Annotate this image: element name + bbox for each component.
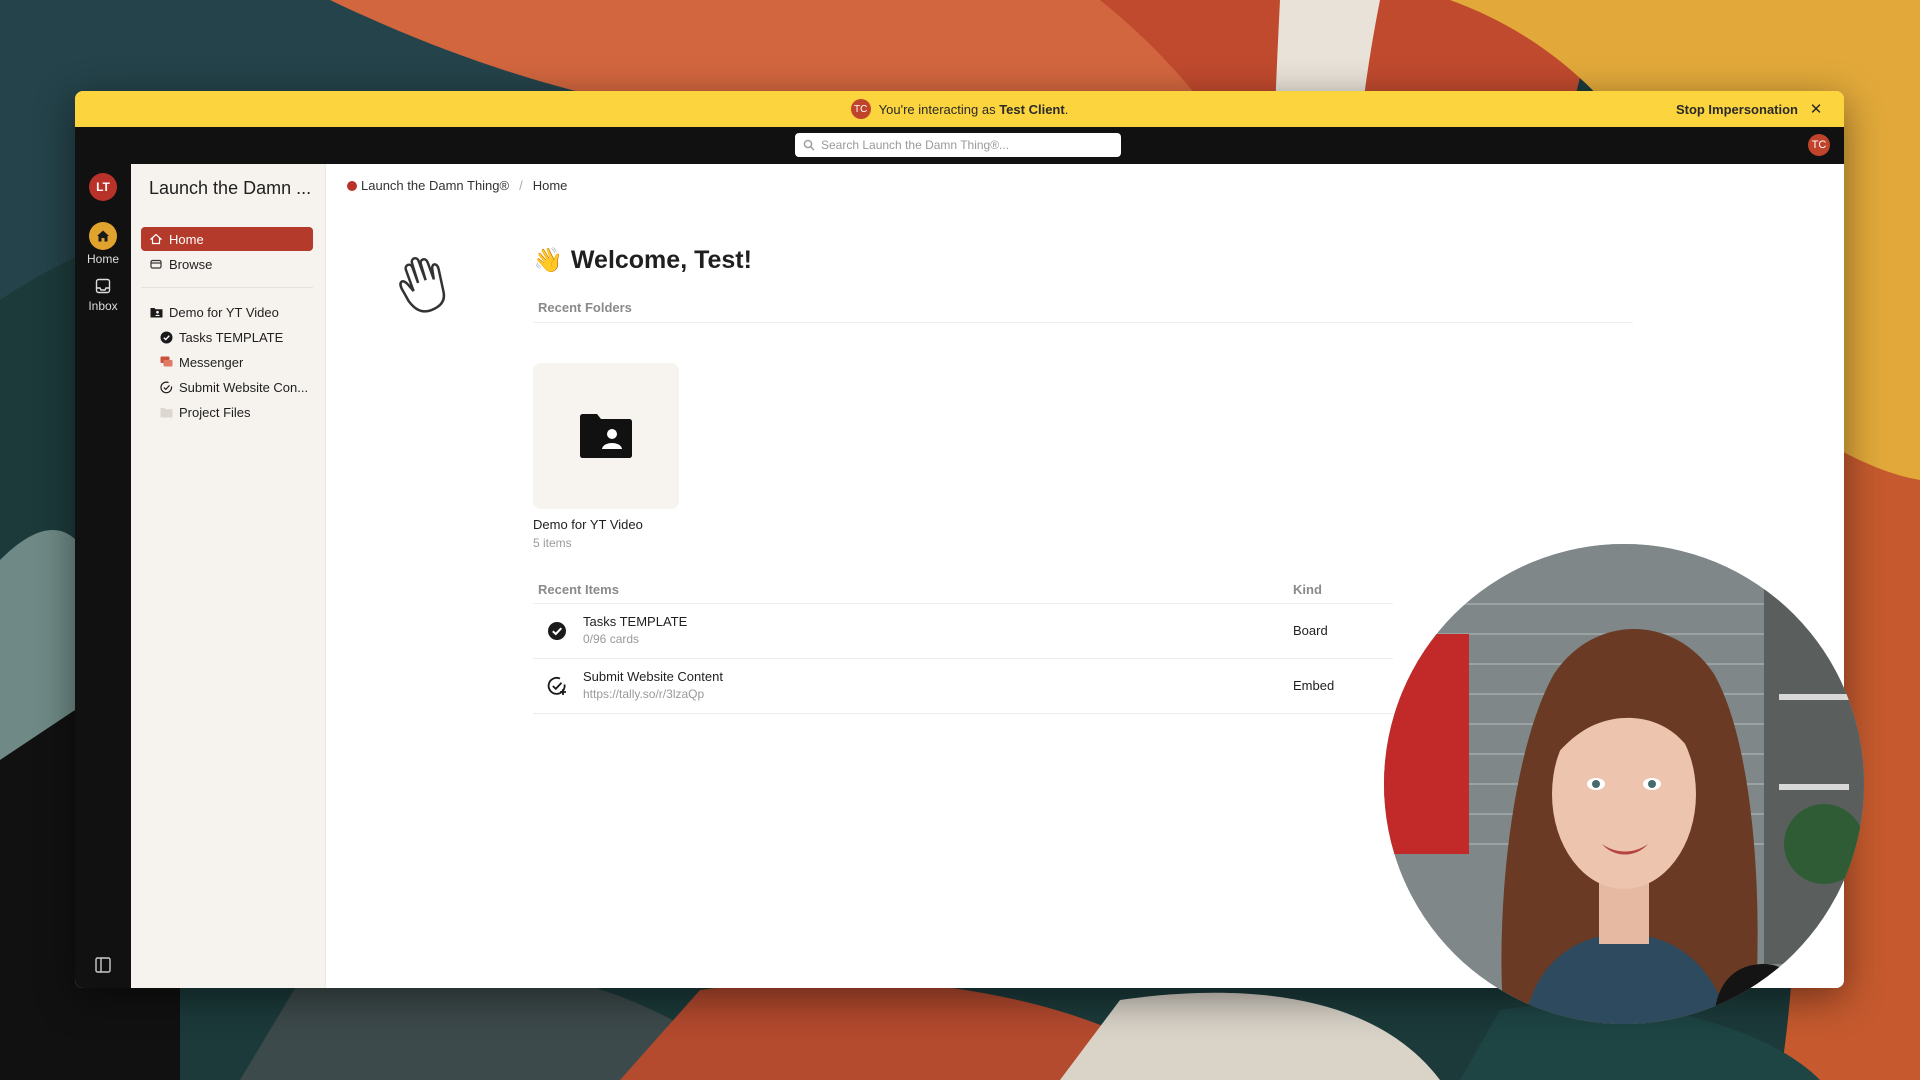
item-name: Tasks TEMPLATE — [583, 614, 688, 629]
sidebar-item-label: Demo for YT Video — [169, 304, 279, 320]
breadcrumb: Launch the Damn Thing® / Home — [347, 178, 567, 193]
sidebar-item-label: Browse — [169, 256, 213, 272]
item-name: Submit Website Content — [583, 669, 723, 684]
section-divider — [533, 322, 1633, 323]
sidebar: Launch the Damn ... Home Browse Demo for… — [131, 164, 326, 988]
banner-avatar: TC — [850, 99, 871, 119]
sidebar-item-messenger[interactable]: Messenger — [141, 350, 313, 374]
sidebar-item-home[interactable]: Home — [141, 227, 313, 251]
sidebar-item-label: Messenger — [179, 354, 244, 370]
banner-user-name: Test Client — [999, 101, 1065, 117]
home-icon — [89, 222, 117, 250]
rail-inbox[interactable]: Inbox — [75, 275, 131, 313]
recent-folders-title: Recent Folders — [538, 300, 632, 315]
check-circle-icon — [159, 330, 173, 344]
table-row[interactable]: Submit Website Content https://tally.so/… — [533, 659, 1393, 714]
recent-items-title: Recent Items — [538, 582, 619, 597]
chat-icon — [159, 355, 173, 369]
sidebar-item-label: Tasks TEMPLATE — [179, 329, 284, 345]
pointing-hand-cursor-icon — [399, 257, 446, 313]
item-kind: Board — [1293, 623, 1328, 638]
welcome-heading: 👋 Welcome, Test! — [533, 246, 752, 275]
workspace-logo[interactable]: LT — [89, 173, 117, 201]
search-placeholder: Search Launch the Damn Thing®... — [821, 138, 1010, 152]
sidebar-folder-demo[interactable]: Demo for YT Video — [141, 300, 313, 324]
left-rail: LT Home Inbox — [75, 164, 131, 988]
folder-icon — [149, 305, 163, 319]
check-add-icon — [547, 677, 566, 695]
rail-inbox-label: Inbox — [88, 299, 118, 313]
check-add-icon — [159, 380, 173, 394]
check-circle-icon — [548, 622, 566, 640]
top-bar: Search Launch the Damn Thing®... TC — [75, 127, 1844, 164]
presenter-video-image — [1384, 544, 1864, 1024]
sidebar-item-label: Submit Website Con... — [179, 379, 309, 395]
item-subtitle: https://tally.so/r/3lzaQp — [583, 687, 705, 701]
sidebar-item-submit-website[interactable]: Submit Website Con... — [141, 375, 313, 399]
inbox-icon — [89, 275, 117, 297]
sidebar-item-label: Project Files — [179, 404, 251, 420]
kind-column-header: Kind — [1293, 582, 1322, 597]
welcome-text: Welcome, Test! — [570, 246, 752, 274]
folder-count: 5 items — [533, 536, 572, 550]
wave-emoji: 👋 — [533, 247, 563, 274]
item-kind: Embed — [1293, 678, 1335, 693]
sidebar-item-tasks-template[interactable]: Tasks TEMPLATE — [141, 325, 313, 349]
table-row[interactable]: Tasks TEMPLATE 0/96 cards Board — [533, 604, 1393, 659]
breadcrumb-current: Home — [532, 178, 568, 193]
sidebar-item-project-files[interactable]: Project Files — [141, 400, 313, 424]
banner-prefix: You're interacting as — [878, 101, 996, 117]
close-icon[interactable]: ✕ — [1806, 99, 1826, 119]
user-avatar[interactable]: TC — [1808, 134, 1830, 156]
breadcrumb-separator: / — [519, 178, 523, 193]
search-input[interactable]: Search Launch the Damn Thing®... — [795, 133, 1121, 157]
sidebar-item-label: Home — [169, 231, 204, 247]
browse-icon — [149, 257, 163, 271]
home-icon — [149, 232, 163, 246]
stop-impersonation-button[interactable]: Stop Impersonation — [1676, 91, 1798, 127]
sidebar-item-browse[interactable]: Browse — [141, 252, 313, 276]
rail-home[interactable]: Home — [75, 222, 131, 266]
item-subtitle: 0/96 cards — [583, 632, 640, 646]
rail-home-label: Home — [86, 252, 119, 266]
search-icon — [803, 139, 815, 151]
folder-card[interactable] — [533, 363, 679, 509]
workspace-title[interactable]: Launch the Damn ... — [149, 178, 324, 199]
workspace-dot-icon — [347, 180, 357, 191]
folder-icon — [159, 405, 173, 419]
banner-suffix: . — [1064, 101, 1069, 117]
folder-name[interactable]: Demo for YT Video — [533, 517, 643, 532]
sidebar-toggle-icon[interactable] — [94, 956, 112, 974]
impersonation-banner: TC You're interacting as Test Client. St… — [75, 91, 1844, 127]
breadcrumb-workspace[interactable]: Launch the Damn Thing® — [361, 178, 509, 193]
webcam-overlay — [1384, 544, 1864, 1024]
folder-icon — [580, 414, 632, 458]
sidebar-divider — [141, 287, 313, 288]
